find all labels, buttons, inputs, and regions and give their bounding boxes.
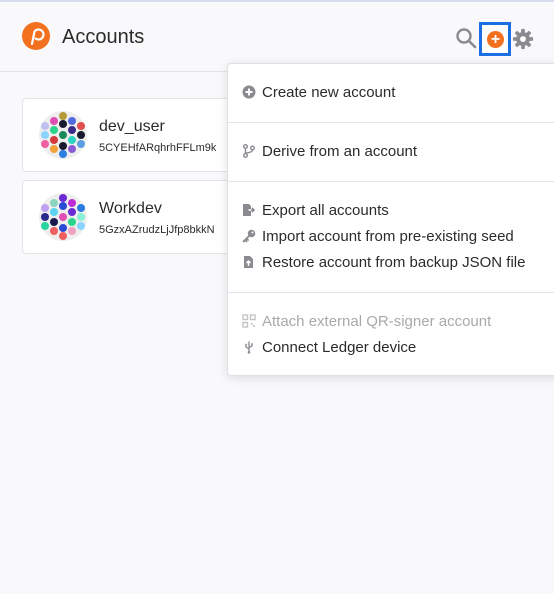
code-branch-icon [243,144,255,158]
page-title: Accounts [62,26,145,48]
menu-item-label: Create new account [262,83,396,101]
menu-item-label: Import account from pre-existing seed [262,227,514,245]
account-name: dev_user [99,118,165,135]
usb-icon [245,341,253,354]
add-account-menu: Create new account Derive from an accoun… [227,63,554,376]
menu-item-connect-ledger[interactable]: Connect Ledger device [242,336,416,358]
menu-item-attach-qr-signer: Attach external QR-signer account [242,310,491,332]
menu-item-label: Attach external QR-signer account [262,312,492,330]
account-card[interactable]: Workdev 5GzxAZrudzLjJfp8bkkN [22,180,242,254]
qrcode-icon [242,314,256,328]
identicon-icon [39,111,87,159]
key-icon [242,229,256,243]
menu-item-export-all[interactable]: Export all accounts [242,199,389,221]
menu-item-restore-json[interactable]: Restore account from backup JSON file [242,251,525,273]
account-address: 5GzxAZrudzLjJfp8bkkN [99,224,215,236]
menu-divider [228,292,554,293]
add-account-button[interactable]: + [479,22,511,56]
menu-item-derive-account[interactable]: Derive from an account [242,140,417,162]
search-icon[interactable] [454,26,478,50]
menu-divider [228,181,554,182]
file-upload-icon [244,256,253,268]
plus-circle-icon [242,85,256,99]
file-export-icon [243,204,256,216]
menu-item-import-seed[interactable]: Import account from pre-existing seed [242,225,514,247]
account-name: Workdev [99,200,162,217]
polkadot-logo-icon [22,22,50,50]
menu-item-label: Restore account from backup JSON file [262,253,526,271]
account-address: 5CYEHfARqhrhFFLm9k [99,142,217,154]
header-bar: Accounts + [0,2,554,72]
menu-divider [228,122,554,123]
account-card[interactable]: dev_user 5CYEHfARqhrhFFLm9k [22,98,242,172]
menu-item-create-account[interactable]: Create new account [242,81,395,103]
menu-item-label: Export all accounts [262,201,389,219]
gear-icon[interactable] [512,28,534,50]
add-account-icon: + [487,31,504,48]
identicon-icon [39,193,87,241]
menu-item-label: Connect Ledger device [262,338,417,356]
menu-item-label: Derive from an account [262,142,418,160]
